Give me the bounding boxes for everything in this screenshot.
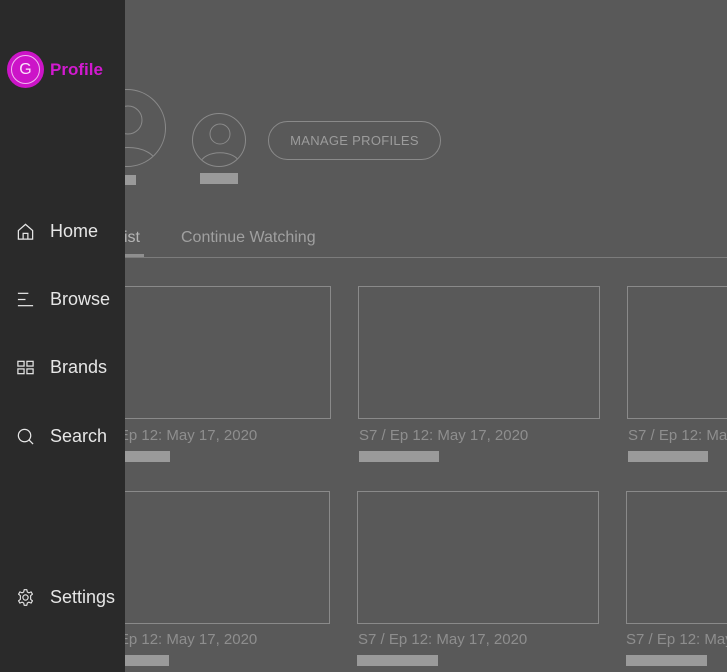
sidebar-item-brands[interactable]: Brands bbox=[16, 357, 107, 378]
home-icon bbox=[17, 223, 34, 240]
sidebar-item-label: Search bbox=[50, 426, 108, 446]
tab-continue-watching[interactable]: Continue Watching bbox=[181, 229, 316, 247]
gear-icon bbox=[17, 589, 34, 606]
search-icon bbox=[17, 428, 34, 445]
manage-profiles-button[interactable]: MANAGE PROFILES bbox=[268, 121, 441, 160]
card-title-placeholder bbox=[357, 655, 438, 666]
profile-avatar-badge: G bbox=[7, 51, 44, 88]
person-icon bbox=[199, 123, 241, 165]
brands-icon bbox=[17, 360, 34, 375]
sidebar-item-profile[interactable]: G Profile bbox=[7, 51, 103, 88]
browse-icon bbox=[17, 292, 34, 307]
sidebar-item-label: Profile bbox=[50, 59, 103, 79]
card-title-placeholder bbox=[626, 655, 707, 666]
tab-watchlist[interactable]: ist bbox=[124, 229, 140, 247]
card-thumbnail[interactable] bbox=[626, 491, 727, 624]
card-caption: S7 / Ep 12: May 17, 2020 bbox=[358, 631, 528, 648]
card-title-placeholder bbox=[359, 451, 439, 462]
card-caption: S7 / Ep 12: May 17, 2020 bbox=[628, 427, 727, 444]
profile-initial: G bbox=[11, 55, 40, 84]
sidebar: G Profile Home Browse Brands Search Sett… bbox=[0, 0, 125, 672]
card-title-placeholder bbox=[628, 451, 708, 462]
profile-name-placeholder bbox=[200, 173, 238, 184]
card-thumbnail[interactable] bbox=[358, 286, 600, 419]
card-thumbnail[interactable] bbox=[357, 491, 599, 624]
sidebar-item-label: Settings bbox=[50, 587, 116, 607]
sidebar-item-label: Browse bbox=[50, 289, 111, 309]
profile-avatar-secondary[interactable] bbox=[192, 113, 246, 167]
sidebar-item-settings[interactable]: Settings bbox=[16, 587, 115, 608]
sidebar-item-label: Home bbox=[50, 221, 99, 241]
sidebar-item-label: Brands bbox=[50, 357, 108, 377]
card-thumbnail[interactable] bbox=[627, 286, 727, 419]
sidebar-item-browse[interactable]: Browse bbox=[16, 289, 110, 310]
card-caption: S7 / Ep 12: May 17, 2020 bbox=[359, 427, 529, 444]
card-caption: S7 / Ep 12: May 17, 2020 bbox=[626, 631, 727, 648]
sidebar-item-search[interactable]: Search bbox=[16, 426, 107, 447]
sidebar-item-home[interactable]: Home bbox=[16, 221, 98, 242]
